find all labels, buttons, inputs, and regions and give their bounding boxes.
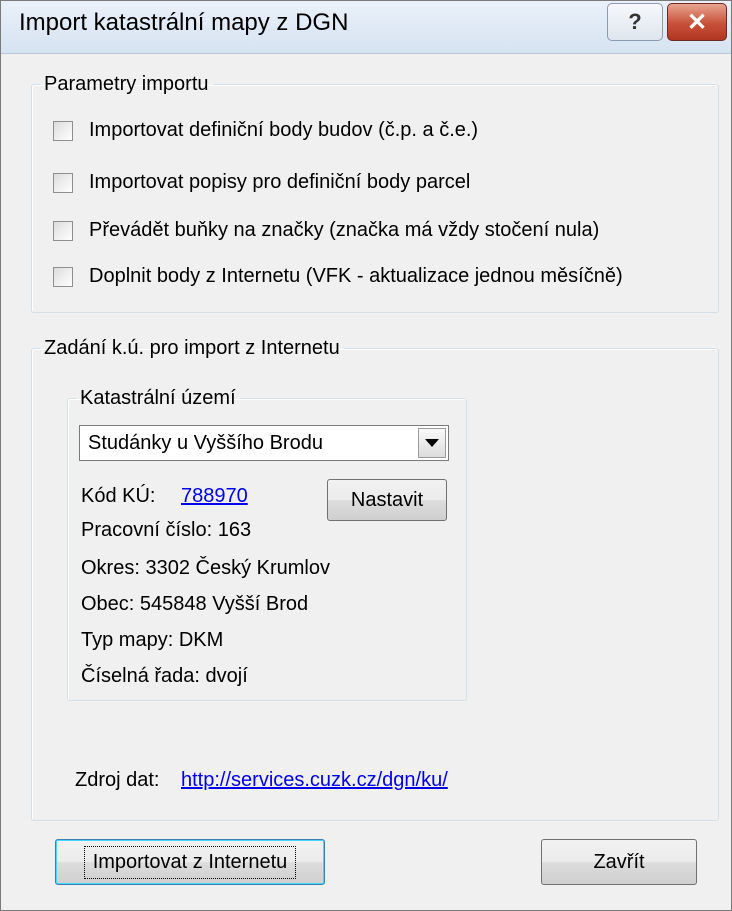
cadastral-area-legend: Katastrální území	[80, 387, 236, 409]
close-icon: ✕	[686, 8, 708, 36]
number-series: Číselná řada: dvojí	[81, 665, 248, 687]
checkbox-label: Doplnit body z Internetu (VFK - aktualiz…	[89, 265, 623, 287]
cadastral-area-value: Studánky u Vyššího Brodu	[88, 432, 323, 454]
checkbox-parcel-labels[interactable]: Importovat popisy pro definiční body par…	[53, 171, 470, 194]
chevron-down-icon	[425, 439, 439, 447]
import-dialog: Import katastrální mapy z DGN ? ✕ Parame…	[0, 0, 732, 911]
checkbox-icon[interactable]	[53, 266, 73, 287]
set-button-label: Nastavit	[350, 488, 424, 511]
title-bar: Import katastrální mapy z DGN ? ✕	[1, 1, 731, 54]
work-number: Pracovní číslo: 163	[81, 519, 252, 541]
checkbox-cells-to-symbols[interactable]: Převádět buňky na značky (značka má vždy…	[53, 219, 599, 242]
checkbox-label: Importovat definiční body budov (č.p. a …	[89, 119, 479, 141]
checkbox-label: Převádět buňky na značky (značka má vždy…	[89, 219, 600, 241]
window-close-button[interactable]: ✕	[667, 3, 727, 41]
set-button[interactable]: Nastavit	[327, 479, 447, 521]
close-button-label: Zavřít	[593, 850, 645, 873]
internet-import-legend: Zadání k.ú. pro import z Internetu	[44, 337, 340, 359]
checkbox-icon[interactable]	[53, 172, 73, 193]
help-icon: ?	[628, 9, 642, 34]
close-button[interactable]: Zavřít	[541, 839, 697, 885]
import-params-legend: Parametry importu	[44, 73, 209, 95]
data-source-link[interactable]: http://services.cuzk.cz/dgn/ku/	[181, 769, 448, 792]
checkbox-building-points[interactable]: Importovat definiční body budov (č.p. a …	[53, 119, 478, 142]
municipality: Obec: 545848 Vyšší Brod	[81, 593, 309, 615]
checkbox-internet-points[interactable]: Doplnit body z Internetu (VFK - aktualiz…	[53, 265, 623, 288]
checkbox-label: Importovat popisy pro definiční body par…	[89, 171, 471, 193]
ku-code-link[interactable]: 788970	[181, 485, 248, 508]
cadastral-area-select[interactable]: Studánky u Vyššího Brodu	[79, 425, 449, 461]
checkbox-icon[interactable]	[53, 220, 73, 241]
data-source-label: Zdroj dat:	[75, 769, 160, 791]
import-from-internet-button[interactable]: Importovat z Internetu	[55, 839, 325, 885]
dropdown-button[interactable]	[418, 428, 446, 458]
district: Okres: 3302 Český Krumlov	[81, 557, 330, 579]
checkbox-icon[interactable]	[53, 120, 73, 141]
help-button[interactable]: ?	[607, 3, 663, 41]
window-title: Import katastrální mapy z DGN	[19, 9, 349, 36]
ku-code-label: Kód KÚ:	[81, 485, 156, 507]
map-type: Typ mapy: DKM	[81, 629, 224, 651]
import-button-label: Importovat z Internetu	[83, 845, 297, 879]
